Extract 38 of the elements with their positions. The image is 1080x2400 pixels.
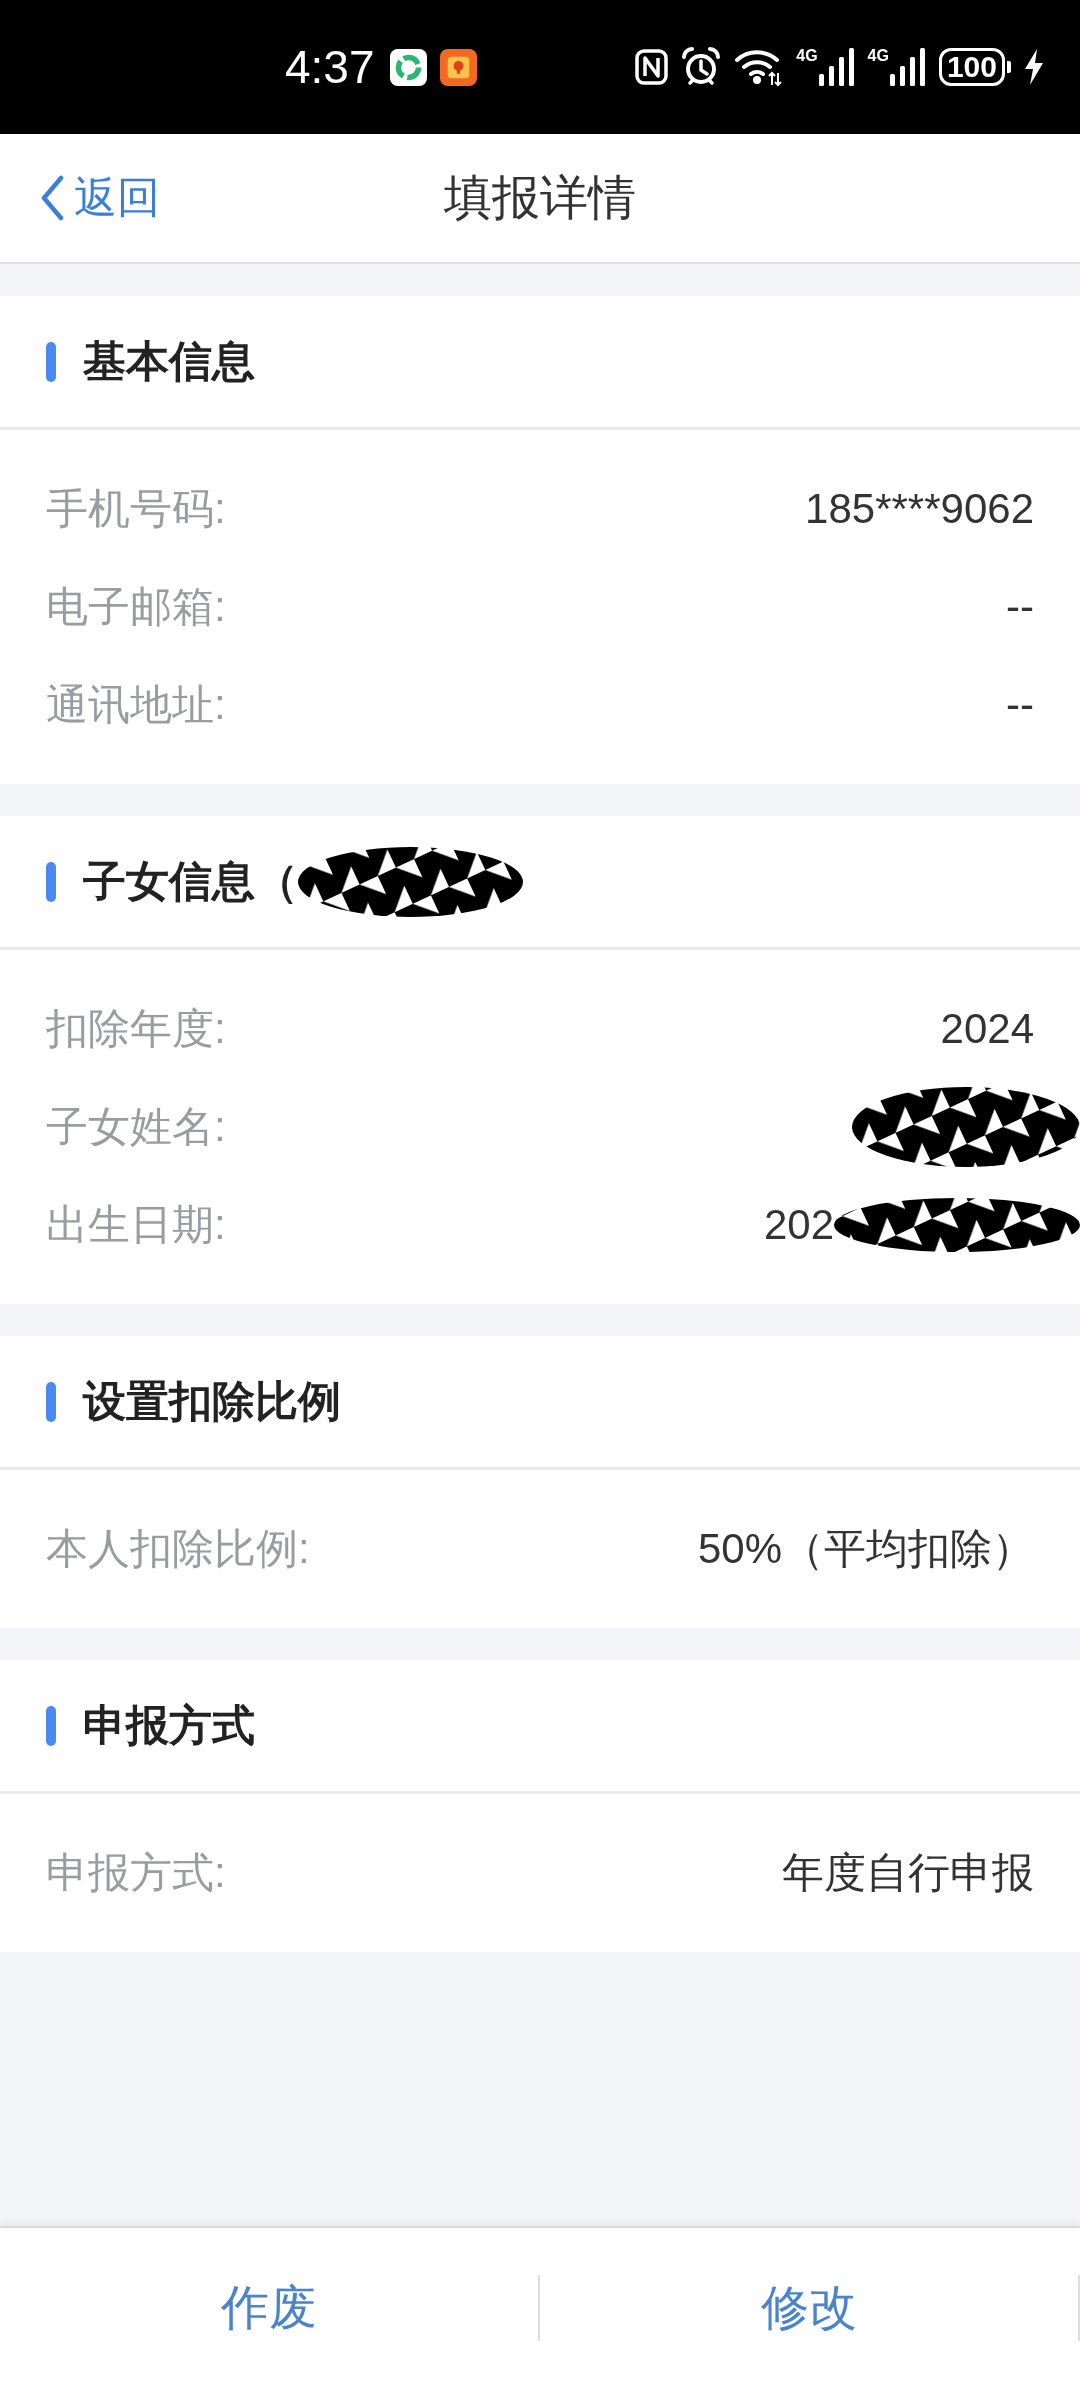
field-value: 2024 [940, 1005, 1034, 1052]
accent-bar [46, 861, 56, 902]
field-label: 扣除年度: [46, 1004, 226, 1054]
field-value: -- [1006, 583, 1034, 630]
action-button[interactable]: 修改 [540, 2228, 1078, 2388]
action-button[interactable]: 作废 [0, 2228, 538, 2388]
field-label: 本人扣除比例: [46, 1524, 310, 1574]
field-label: 子女姓名: [46, 1102, 226, 1152]
page-title: 填报详情 [444, 170, 636, 226]
tile-app-icon [439, 48, 477, 86]
network-type-label: 4G [796, 48, 818, 64]
field-label: 通讯地址: [46, 680, 226, 730]
section-title: 设置扣除比例 [83, 1375, 341, 1427]
wifi-icon [734, 47, 784, 87]
status-time: 4:37 [285, 40, 375, 94]
accent-bar [46, 341, 56, 382]
field-value: 年度自行申报 [782, 1849, 1034, 1896]
field-value: 202 [763, 1201, 834, 1249]
field-label: 手机号码: [46, 484, 226, 534]
field-label: 出生日期: [46, 1200, 226, 1250]
signal-icon [818, 48, 855, 86]
network-type-label: 4G [867, 48, 889, 64]
field-value: 185****9062 [805, 485, 1034, 532]
accent-bar [46, 1705, 56, 1746]
back-button[interactable]: 返回 [40, 169, 160, 227]
section-title: 子女信息（ [83, 855, 298, 907]
field-value: -- [1006, 681, 1034, 728]
alarm-clock-icon [681, 47, 722, 87]
section-title: 申报方式 [83, 1699, 255, 1751]
ring-app-icon [389, 48, 427, 86]
signal-icon [889, 48, 926, 86]
nfc-icon [635, 49, 669, 85]
field-label: 电子邮箱: [46, 582, 226, 632]
field-value: 50%（平均扣除） [697, 1525, 1034, 1572]
back-icon [40, 175, 64, 221]
section-title: 基本信息 [83, 335, 255, 387]
accent-bar [46, 1381, 56, 1422]
field-label: 申报方式: [46, 1848, 226, 1898]
